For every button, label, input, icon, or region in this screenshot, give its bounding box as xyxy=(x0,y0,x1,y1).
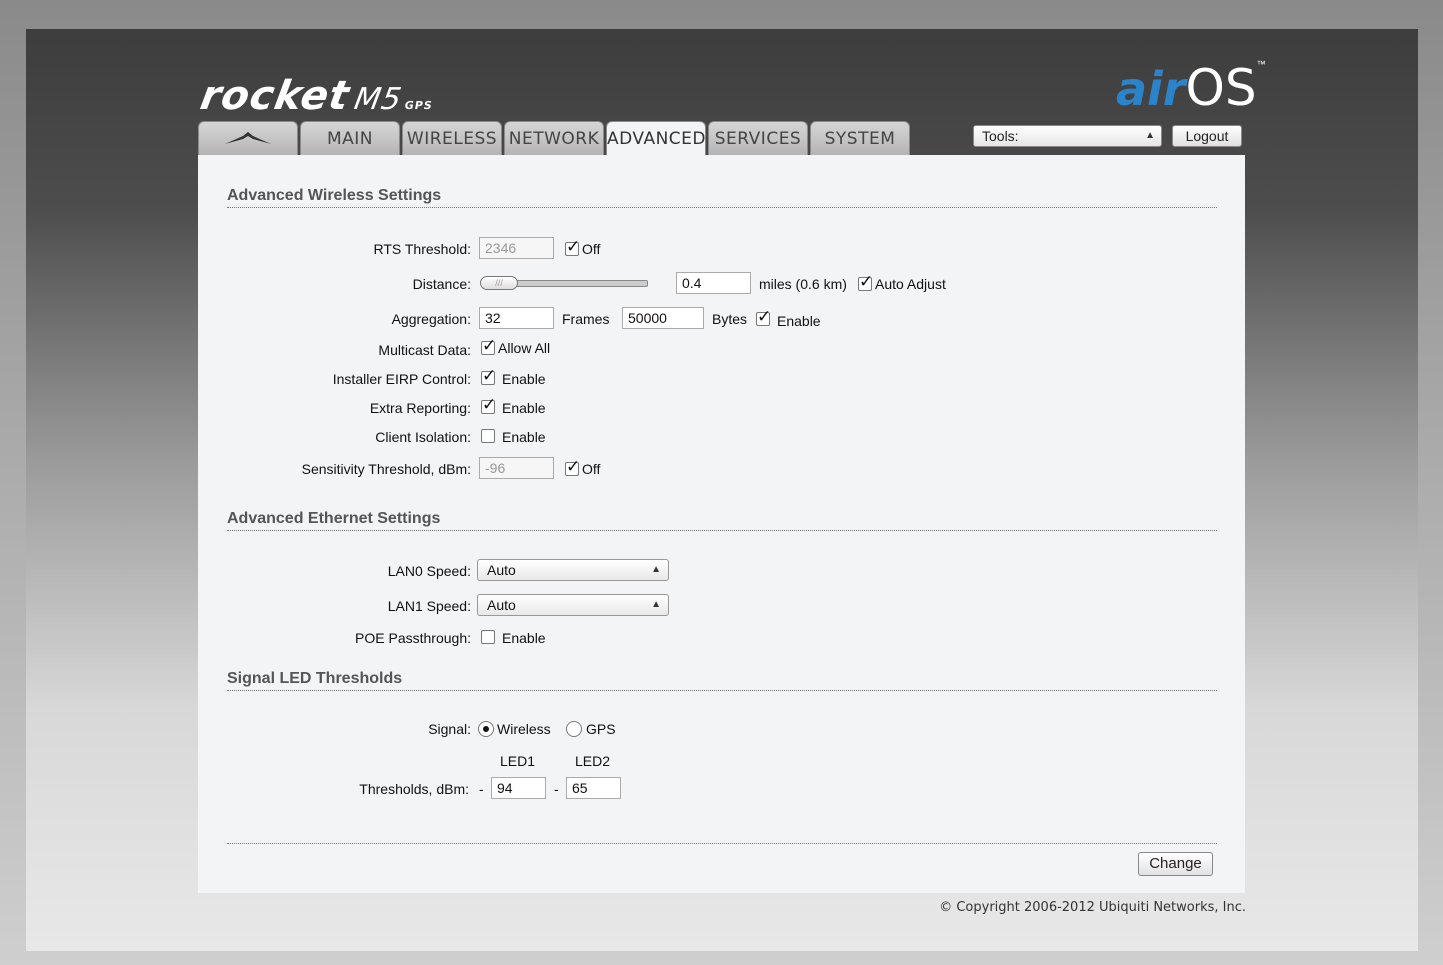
extra-reporting-label: Extra Reporting: xyxy=(369,400,471,416)
section-title-ethernet: Advanced Ethernet Settings xyxy=(227,510,1217,531)
checkmark-icon: ✓ xyxy=(757,307,772,326)
aggregation-bytes-input[interactable]: 50000 xyxy=(622,307,704,329)
thresholds-label: Thresholds, dBm: xyxy=(359,781,469,797)
tab-advanced[interactable]: ADVANCED xyxy=(606,121,706,156)
client-isolation-enable-label: Enable xyxy=(502,429,546,445)
frames-label: Frames xyxy=(562,311,610,327)
checkmark-icon: ✓ xyxy=(482,336,497,355)
lan1-speed-select[interactable]: Auto ▲ xyxy=(477,594,669,616)
tab-network[interactable]: NETWORK xyxy=(504,121,604,155)
sensitivity-off-label: Off xyxy=(582,461,601,477)
signal-wireless-label: Wireless xyxy=(497,721,551,737)
rts-threshold-input[interactable]: 2346 xyxy=(479,237,554,259)
signal-gps-radio[interactable] xyxy=(566,721,582,737)
led2-header: LED2 xyxy=(575,753,611,769)
settings-panel: Advanced Wireless Settings RTS Threshold… xyxy=(198,155,1245,893)
rts-off-label: Off xyxy=(582,241,601,257)
client-isolation-checkbox[interactable] xyxy=(481,429,495,443)
poe-passthrough-enable-label: Enable xyxy=(502,630,546,646)
multicast-allow-label: Allow All xyxy=(498,340,551,356)
checkmark-icon: ✓ xyxy=(859,272,874,291)
select-arrows-icon: ▲ xyxy=(651,564,661,575)
checkmark-icon: ✓ xyxy=(482,366,497,385)
copyright-text: © Copyright 2006-2012 Ubiquiti Networks,… xyxy=(939,900,1246,915)
tab-home[interactable] xyxy=(198,121,298,155)
sensitivity-off-checkbox[interactable]: ✓ xyxy=(565,457,580,476)
aggregation-frames-input[interactable]: 32 xyxy=(479,307,554,329)
distance-label: Distance: xyxy=(412,276,471,292)
device-frame: rocketM5GPS airOS™ MAIN WIRELESS NETWORK… xyxy=(0,0,1443,965)
signal-gps-label: GPS xyxy=(586,721,616,737)
sensitivity-threshold-input[interactable]: -96 xyxy=(479,457,554,479)
poe-passthrough-checkbox[interactable] xyxy=(481,630,495,644)
auto-adjust-label: Auto Adjust xyxy=(875,276,946,292)
rts-off-checkbox[interactable]: ✓ xyxy=(565,237,580,256)
divider xyxy=(227,843,1217,844)
rocket-m5-logo: rocketM5GPS xyxy=(196,73,434,119)
tab-wireless[interactable]: WIRELESS xyxy=(402,121,502,155)
checkmark-icon: ✓ xyxy=(566,457,581,476)
lan1-speed-label: LAN1 Speed: xyxy=(387,598,471,614)
lan1-speed-value: Auto xyxy=(487,597,516,613)
select-arrows-icon: ▲ xyxy=(651,599,661,610)
led1-header: LED1 xyxy=(500,753,536,769)
bytes-label: Bytes xyxy=(712,311,748,327)
extra-reporting-enable-label: Enable xyxy=(502,400,546,416)
eirp-control-label: Installer EIRP Control: xyxy=(332,371,471,387)
checkmark-icon: ✓ xyxy=(482,395,497,414)
distance-slider-handle[interactable]: /// xyxy=(480,276,518,290)
ubiquiti-logo-icon xyxy=(225,132,271,144)
tab-system[interactable]: SYSTEM xyxy=(810,121,910,155)
aggregation-label: Aggregation: xyxy=(391,311,471,327)
poe-passthrough-label: POE Passthrough: xyxy=(355,630,471,646)
aggregation-enable-label: Enable xyxy=(777,313,821,329)
extra-reporting-checkbox[interactable]: ✓ xyxy=(481,395,496,414)
distance-unit: miles (0.6 km) xyxy=(759,276,847,292)
section-title-led: Signal LED Thresholds xyxy=(227,670,1217,691)
led1-dash: - xyxy=(479,781,484,797)
client-isolation-label: Client Isolation: xyxy=(375,429,471,445)
multicast-data-label: Multicast Data: xyxy=(378,342,471,358)
led2-threshold-input[interactable]: 65 xyxy=(566,777,621,799)
rts-threshold-label: RTS Threshold: xyxy=(373,241,471,257)
led1-threshold-input[interactable]: 94 xyxy=(491,777,546,799)
select-arrows-icon: ▲ xyxy=(1145,130,1155,141)
lan0-speed-select[interactable]: Auto ▲ xyxy=(477,559,669,581)
multicast-allow-checkbox[interactable]: ✓ xyxy=(481,336,496,355)
eirp-enable-label: Enable xyxy=(502,371,546,387)
eirp-enable-checkbox[interactable]: ✓ xyxy=(481,366,496,385)
radio-dot xyxy=(483,726,489,732)
sensitivity-threshold-label: Sensitivity Threshold, dBm: xyxy=(301,461,471,477)
signal-wireless-radio[interactable] xyxy=(478,721,494,737)
lan0-speed-value: Auto xyxy=(487,562,516,578)
section-title-wireless: Advanced Wireless Settings xyxy=(227,187,1217,208)
distance-input[interactable]: 0.4 xyxy=(676,272,751,294)
logout-button[interactable]: Logout xyxy=(1172,125,1242,147)
auto-adjust-checkbox[interactable]: ✓ xyxy=(858,272,873,291)
tab-main[interactable]: MAIN xyxy=(300,121,400,155)
checkmark-icon: ✓ xyxy=(566,237,581,256)
signal-label: Signal: xyxy=(428,721,471,737)
tools-select[interactable]: Tools: ▲ xyxy=(973,125,1162,147)
change-button[interactable]: Change xyxy=(1138,852,1213,876)
airos-logo: airOS™ xyxy=(1116,59,1266,117)
led2-dash: - xyxy=(554,781,559,797)
lan0-speed-label: LAN0 Speed: xyxy=(387,563,471,579)
browser-viewport: rocketM5GPS airOS™ MAIN WIRELESS NETWORK… xyxy=(26,29,1418,951)
aggregation-enable-checkbox[interactable]: ✓ xyxy=(756,307,771,326)
tools-select-value: Tools: xyxy=(982,128,1019,144)
tab-services[interactable]: SERVICES xyxy=(708,121,808,155)
